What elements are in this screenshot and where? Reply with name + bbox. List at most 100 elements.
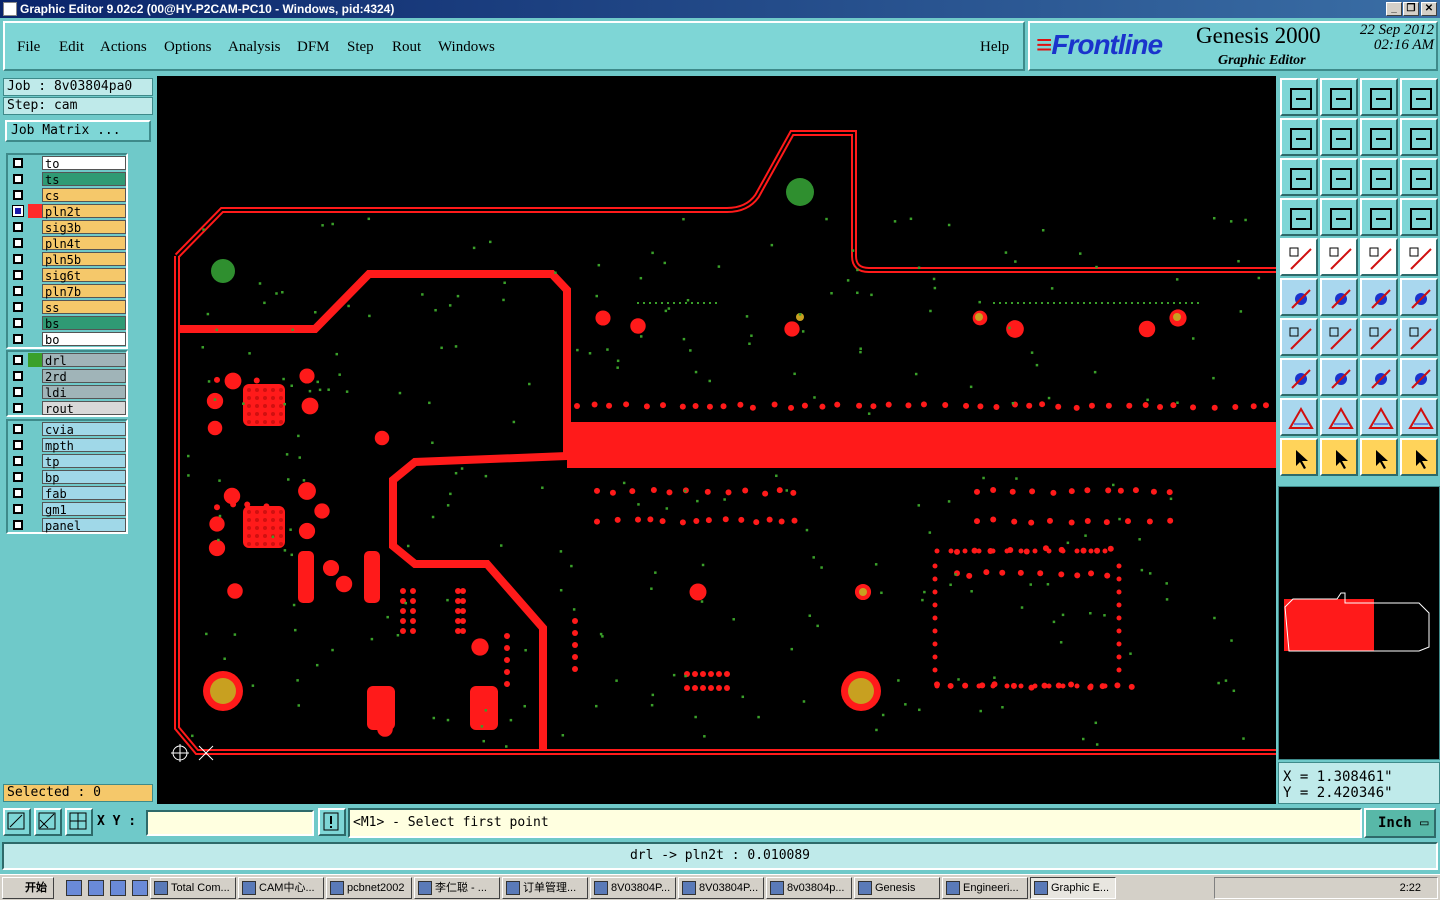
layer-checkbox[interactable] [13,456,23,466]
taskbar-item[interactable]: Genesis [854,877,940,899]
ie-icon[interactable] [88,880,104,896]
menu-dfm[interactable]: DFM [297,39,330,56]
taskbar-item[interactable]: Engineeri... [942,877,1028,899]
layer-row-fab[interactable]: fab [8,485,126,501]
layer-row-pln7b[interactable]: pln7b [8,283,126,299]
taskbar-item[interactable]: 李仁聪 - ... [414,877,500,899]
line-tool-button[interactable] [1280,318,1318,356]
arc-tool-button[interactable] [1320,318,1358,356]
media-icon[interactable] [110,880,126,896]
menu-analysis[interactable]: Analysis [228,39,281,56]
nodes-tool-button[interactable] [1400,358,1438,396]
layer-row-pln5b[interactable]: pln5b [8,251,126,267]
layer-row-tp[interactable]: tp [8,453,126,469]
import-tool-button[interactable] [1280,118,1318,156]
layer-checkbox[interactable] [13,355,23,365]
menu-step[interactable]: Step [347,39,374,56]
surface-tool-button[interactable] [1400,398,1438,436]
scale-tool-button[interactable] [1360,158,1398,196]
maximize-button[interactable]: ❐ [1403,2,1419,16]
redo-tool-button[interactable] [1400,118,1438,156]
desktop-icon[interactable] [66,880,82,896]
cut-tool-button[interactable] [1320,358,1358,396]
pan-tool-button[interactable] [1320,158,1358,196]
layer-row-to[interactable]: to [8,155,126,171]
taskbar-item[interactable]: Graphic E... [1030,877,1116,899]
layer-checkbox[interactable] [13,472,23,482]
layer-checkbox[interactable] [13,334,23,344]
menu-edit[interactable]: Edit [59,39,84,56]
layer-row-bs[interactable]: bs [8,315,126,331]
add-feature-tool-button[interactable] [1280,238,1318,276]
export-tool-button[interactable] [1320,118,1358,156]
folder-icon[interactable] [132,880,148,896]
layer-checkbox[interactable] [13,254,23,264]
layer-checkbox[interactable] [13,174,23,184]
pointer-box-tool-button[interactable] [1320,438,1358,476]
menu-windows[interactable]: Windows [438,39,495,56]
rotate-tool-button[interactable] [1360,318,1398,356]
layer-row-cs[interactable]: cs [8,187,126,203]
menu-options[interactable]: Options [164,39,212,56]
layer-row-bp[interactable]: bp [8,469,126,485]
taskbar-item[interactable]: 8V03804P... [590,877,676,899]
net-tool-button[interactable] [1400,438,1438,476]
layer-checkbox[interactable] [13,302,23,312]
taskbar-item[interactable]: 8v03804p... [766,877,852,899]
pointer-tool-button[interactable] [1280,438,1318,476]
graphic-canvas[interactable] [157,76,1276,804]
layer-checkbox[interactable] [13,440,23,450]
taskbar-item[interactable]: CAM中心... [238,877,324,899]
taskbar-item[interactable]: 订单管理... [502,877,588,899]
layer-checkbox[interactable] [13,222,23,232]
connect-tool-button[interactable] [1280,278,1318,316]
layer-checkbox[interactable] [13,318,23,328]
window-tool-button[interactable] [1400,78,1438,116]
layer-checkbox[interactable] [13,371,23,381]
layer-checkbox[interactable] [13,190,23,200]
undo-tool-button[interactable] [1360,118,1398,156]
layer-row-2rd[interactable]: 2rd [8,368,126,384]
layer-checkbox[interactable] [13,286,23,296]
layer-row-ss[interactable]: ss [8,299,126,315]
home-tool-button[interactable] [1360,78,1398,116]
help-tool-button[interactable] [1400,158,1438,196]
layer-row-ts[interactable]: ts [8,171,126,187]
layer-row-gm1[interactable]: gm1 [8,501,126,517]
ruler-tool-button[interactable] [1360,238,1398,276]
pointer-select-tool-button[interactable] [1360,438,1398,476]
fill-tool-button[interactable] [1360,398,1398,436]
menu-help[interactable]: Help [980,39,1009,56]
layer-row-drl[interactable]: drl [8,352,126,368]
layer-checkbox[interactable] [13,387,23,397]
menu-rout[interactable]: Rout [392,39,421,56]
layer-row-sig6t[interactable]: sig6t [8,267,126,283]
measure-button[interactable] [34,808,62,836]
snap-tool-button[interactable] [1360,198,1398,236]
layer-row-bo[interactable]: bo [8,331,126,347]
layer-checkbox[interactable] [12,205,24,217]
layer-checkbox[interactable] [13,424,23,434]
save-tool-button[interactable] [1320,78,1358,116]
info-button[interactable] [318,808,346,836]
grid-snap-button[interactable] [65,808,93,836]
taskbar-item[interactable]: Total Com... [150,877,236,899]
select-tool-button[interactable] [1400,238,1438,276]
layer-row-ldi[interactable]: ldi [8,384,126,400]
zoom-extents-tool-button[interactable] [1280,158,1318,196]
overview-window[interactable] [1278,486,1440,760]
copy-tool-button[interactable] [1400,278,1438,316]
taskbar-item[interactable]: pcbnet2002 [326,877,412,899]
layer-checkbox[interactable] [13,488,23,498]
job-matrix-button[interactable]: Job Matrix ... [5,120,151,142]
measure-tool-button[interactable] [1360,358,1398,396]
close-button[interactable]: ✕ [1421,2,1437,16]
start-button[interactable]: 开始 [2,877,54,899]
layer-row-rout[interactable]: rout [8,400,126,416]
delete-tool-button[interactable] [1320,278,1358,316]
layer-checkbox[interactable] [13,270,23,280]
mirror-tool-button[interactable] [1400,318,1438,356]
pad-tool-button[interactable] [1280,358,1318,396]
grid-tool-button[interactable] [1320,198,1358,236]
minimize-button[interactable]: _ [1386,2,1402,16]
